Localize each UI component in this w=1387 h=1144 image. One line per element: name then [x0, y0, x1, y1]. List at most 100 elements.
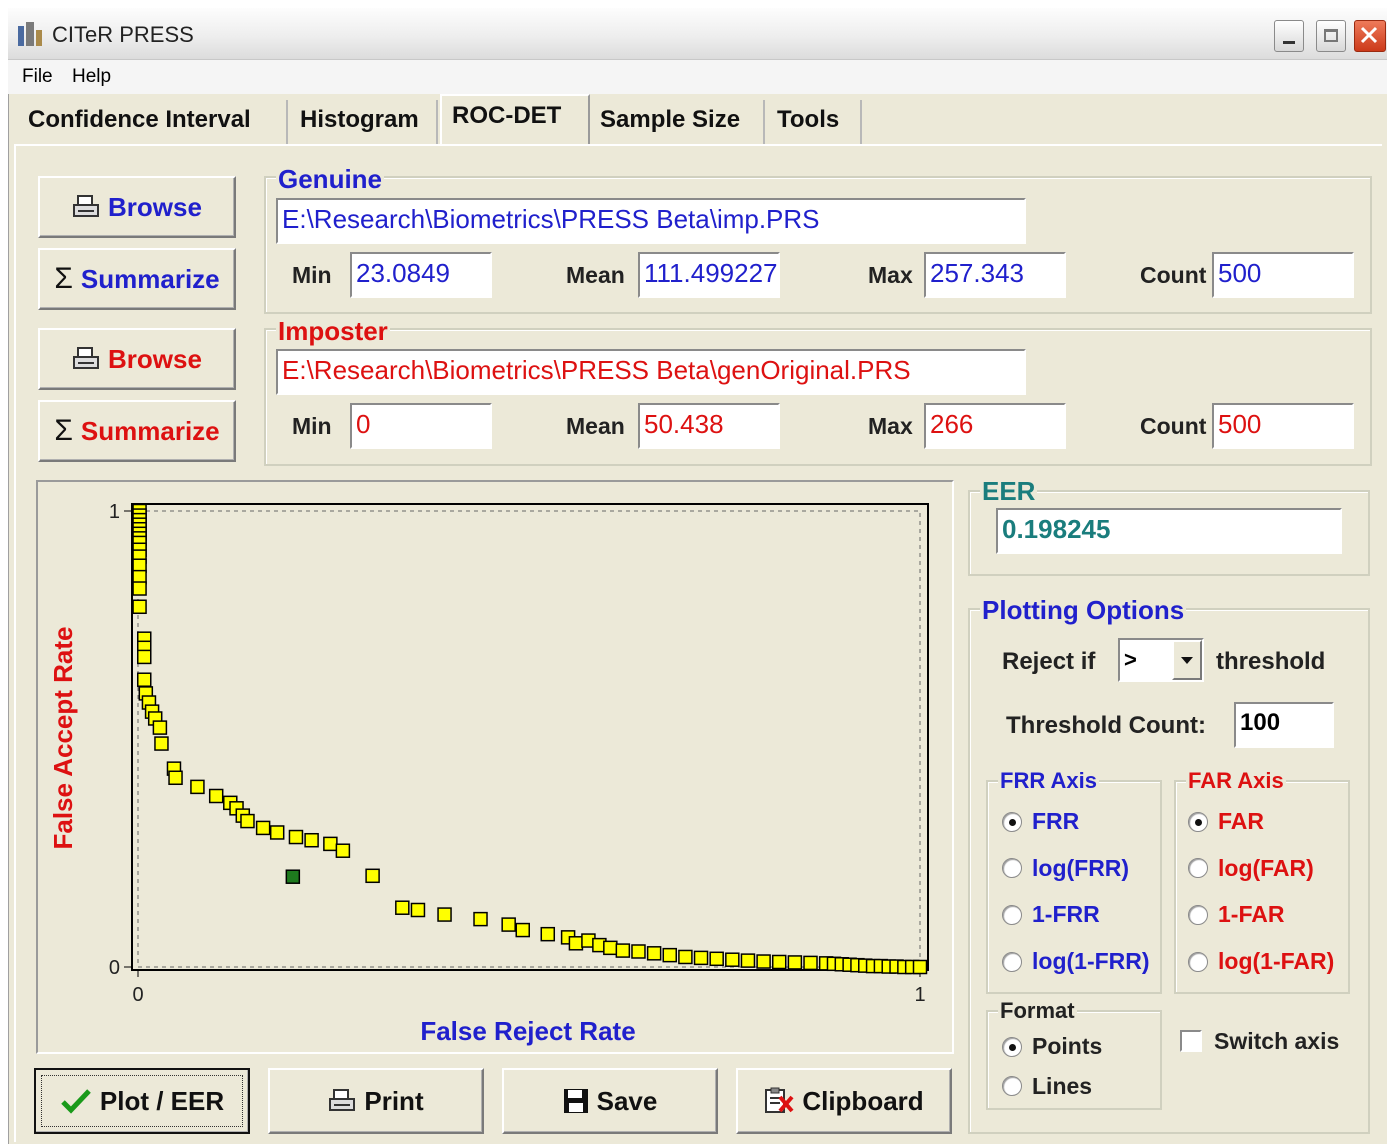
- data-point: [137, 649, 152, 665]
- imposter-browse-button[interactable]: Browse: [38, 328, 236, 390]
- genuine-summarize-label: Summarize: [80, 263, 220, 294]
- data-point: [662, 947, 678, 963]
- data-point: [603, 940, 618, 956]
- imposter-summarize-label: Summarize: [80, 415, 220, 446]
- log-far-option-label: log(FAR): [1218, 855, 1314, 881]
- log-far-radio[interactable]: [1188, 858, 1208, 878]
- tab-roc-det[interactable]: ROC-DET: [440, 94, 590, 146]
- plot-area: [131, 503, 929, 971]
- clipboard-icon: [765, 1087, 794, 1113]
- imposter-count-label: Count: [1140, 413, 1207, 439]
- save-button[interactable]: Save: [502, 1068, 718, 1134]
- imposter-path-field[interactable]: E:\Research\Biometrics\PRESS Beta\genOri…: [276, 349, 1026, 395]
- data-point: [240, 813, 255, 829]
- data-point: [725, 952, 740, 967]
- data-point: [631, 944, 646, 959]
- dropdown-button[interactable]: [1172, 640, 1202, 680]
- data-point: [501, 917, 516, 932]
- data-point: [365, 868, 380, 884]
- frr-option-label: FRR: [1032, 808, 1080, 834]
- reject-if-value: >: [1124, 647, 1137, 672]
- genuine-max-field[interactable]: 257.343: [924, 252, 1066, 298]
- genuine-mean-field[interactable]: 111.499227: [638, 252, 780, 298]
- tab-histogram[interactable]: Histogram: [290, 100, 438, 144]
- threshold-count-field[interactable]: 100: [1234, 702, 1334, 748]
- genuine-group-label: Genuine: [276, 164, 385, 194]
- minimize-button[interactable]: [1274, 20, 1304, 52]
- printer-icon: [329, 1089, 356, 1111]
- tab-confidence-interval[interactable]: Confidence Interval: [18, 100, 288, 144]
- plot-eer-button[interactable]: Plot / EER: [34, 1068, 250, 1134]
- genuine-min-label: Min: [292, 262, 332, 288]
- eer-point: [285, 869, 301, 884]
- switch-axis-checkbox[interactable]: [1180, 1030, 1202, 1052]
- data-point: [437, 907, 452, 922]
- log-frr-radio[interactable]: [1002, 858, 1022, 878]
- switch-axis-label: Switch axis: [1214, 1028, 1340, 1054]
- genuine-browse-button[interactable]: Browse: [38, 176, 236, 238]
- lines-option-label: Lines: [1032, 1073, 1093, 1099]
- close-button[interactable]: [1354, 20, 1386, 52]
- data-point: [335, 843, 351, 858]
- far-axis-label: FAR Axis: [1186, 768, 1286, 793]
- imposter-min-label: Min: [292, 413, 332, 439]
- imposter-max-label: Max: [868, 413, 913, 439]
- genuine-summarize-button[interactable]: Σ Summarize: [38, 248, 236, 310]
- one-minus-far-option-label: 1-FAR: [1218, 901, 1285, 927]
- data-point: [152, 720, 168, 735]
- points-option-label: Points: [1032, 1033, 1103, 1059]
- save-label: Save: [596, 1085, 658, 1116]
- reject-if-select[interactable]: >: [1118, 638, 1204, 682]
- maximize-button[interactable]: [1316, 20, 1346, 52]
- log-one-minus-far-option-label: log(1-FAR): [1218, 948, 1335, 974]
- print-button[interactable]: Print: [268, 1068, 484, 1134]
- genuine-min-field[interactable]: 23.0849: [350, 252, 492, 298]
- sigma-icon: Σ: [54, 414, 73, 447]
- menu-file[interactable]: File: [22, 66, 53, 88]
- one-minus-far-radio[interactable]: [1188, 905, 1208, 925]
- data-point: [515, 922, 530, 938]
- data-point: [740, 953, 756, 968]
- log-one-minus-frr-radio[interactable]: [1002, 952, 1022, 972]
- far-radio[interactable]: [1188, 812, 1208, 832]
- imposter-min-field[interactable]: 0: [350, 403, 492, 449]
- imposter-mean-field[interactable]: 50.438: [638, 403, 780, 449]
- window-title: CITeR PRESS: [52, 22, 194, 47]
- imposter-summarize-button[interactable]: Σ Summarize: [38, 400, 236, 462]
- data-point: [190, 779, 205, 795]
- imposter-max-field[interactable]: 266: [924, 403, 1066, 449]
- menu-help[interactable]: Help: [72, 66, 111, 88]
- one-minus-frr-option-label: 1-FRR: [1032, 901, 1100, 927]
- data-point: [787, 955, 803, 970]
- data-point: [693, 950, 709, 966]
- genuine-path-field[interactable]: E:\Research\Biometrics\PRESS Beta\imp.PR…: [276, 198, 1026, 244]
- genuine-count-label: Count: [1140, 262, 1207, 288]
- genuine-count-field[interactable]: 500: [1212, 252, 1354, 298]
- threshold-label: threshold: [1216, 648, 1326, 675]
- genuine-browse-label: Browse: [108, 191, 202, 222]
- print-label: Print: [364, 1085, 424, 1116]
- sigma-icon: Σ: [54, 262, 73, 295]
- floppy-disk-icon: [563, 1089, 588, 1113]
- tab-sample-size[interactable]: Sample Size: [590, 100, 765, 144]
- frr-axis-label: FRR Axis: [998, 768, 1099, 793]
- imposter-count-field[interactable]: 500: [1212, 403, 1354, 449]
- log-one-minus-far-radio[interactable]: [1188, 952, 1208, 972]
- frr-radio[interactable]: [1002, 812, 1022, 832]
- data-point: [678, 949, 693, 965]
- eer-value-field[interactable]: 0.198245: [996, 508, 1342, 554]
- points-radio[interactable]: [1002, 1037, 1022, 1057]
- data-point: [132, 599, 147, 615]
- title-bar: CITeR PRESS: [8, 8, 1387, 60]
- y-tick-label: 0: [109, 957, 120, 979]
- genuine-mean-label: Mean: [566, 262, 625, 288]
- lines-radio[interactable]: [1002, 1076, 1022, 1096]
- tab-tools[interactable]: Tools: [767, 100, 862, 144]
- data-point: [709, 951, 724, 967]
- clipboard-button[interactable]: Clipboard: [736, 1068, 952, 1134]
- data-point: [154, 736, 169, 751]
- y-tick-label: 1: [109, 501, 120, 523]
- data-point: [255, 820, 271, 836]
- app-icon: [18, 22, 42, 46]
- one-minus-frr-radio[interactable]: [1002, 905, 1022, 925]
